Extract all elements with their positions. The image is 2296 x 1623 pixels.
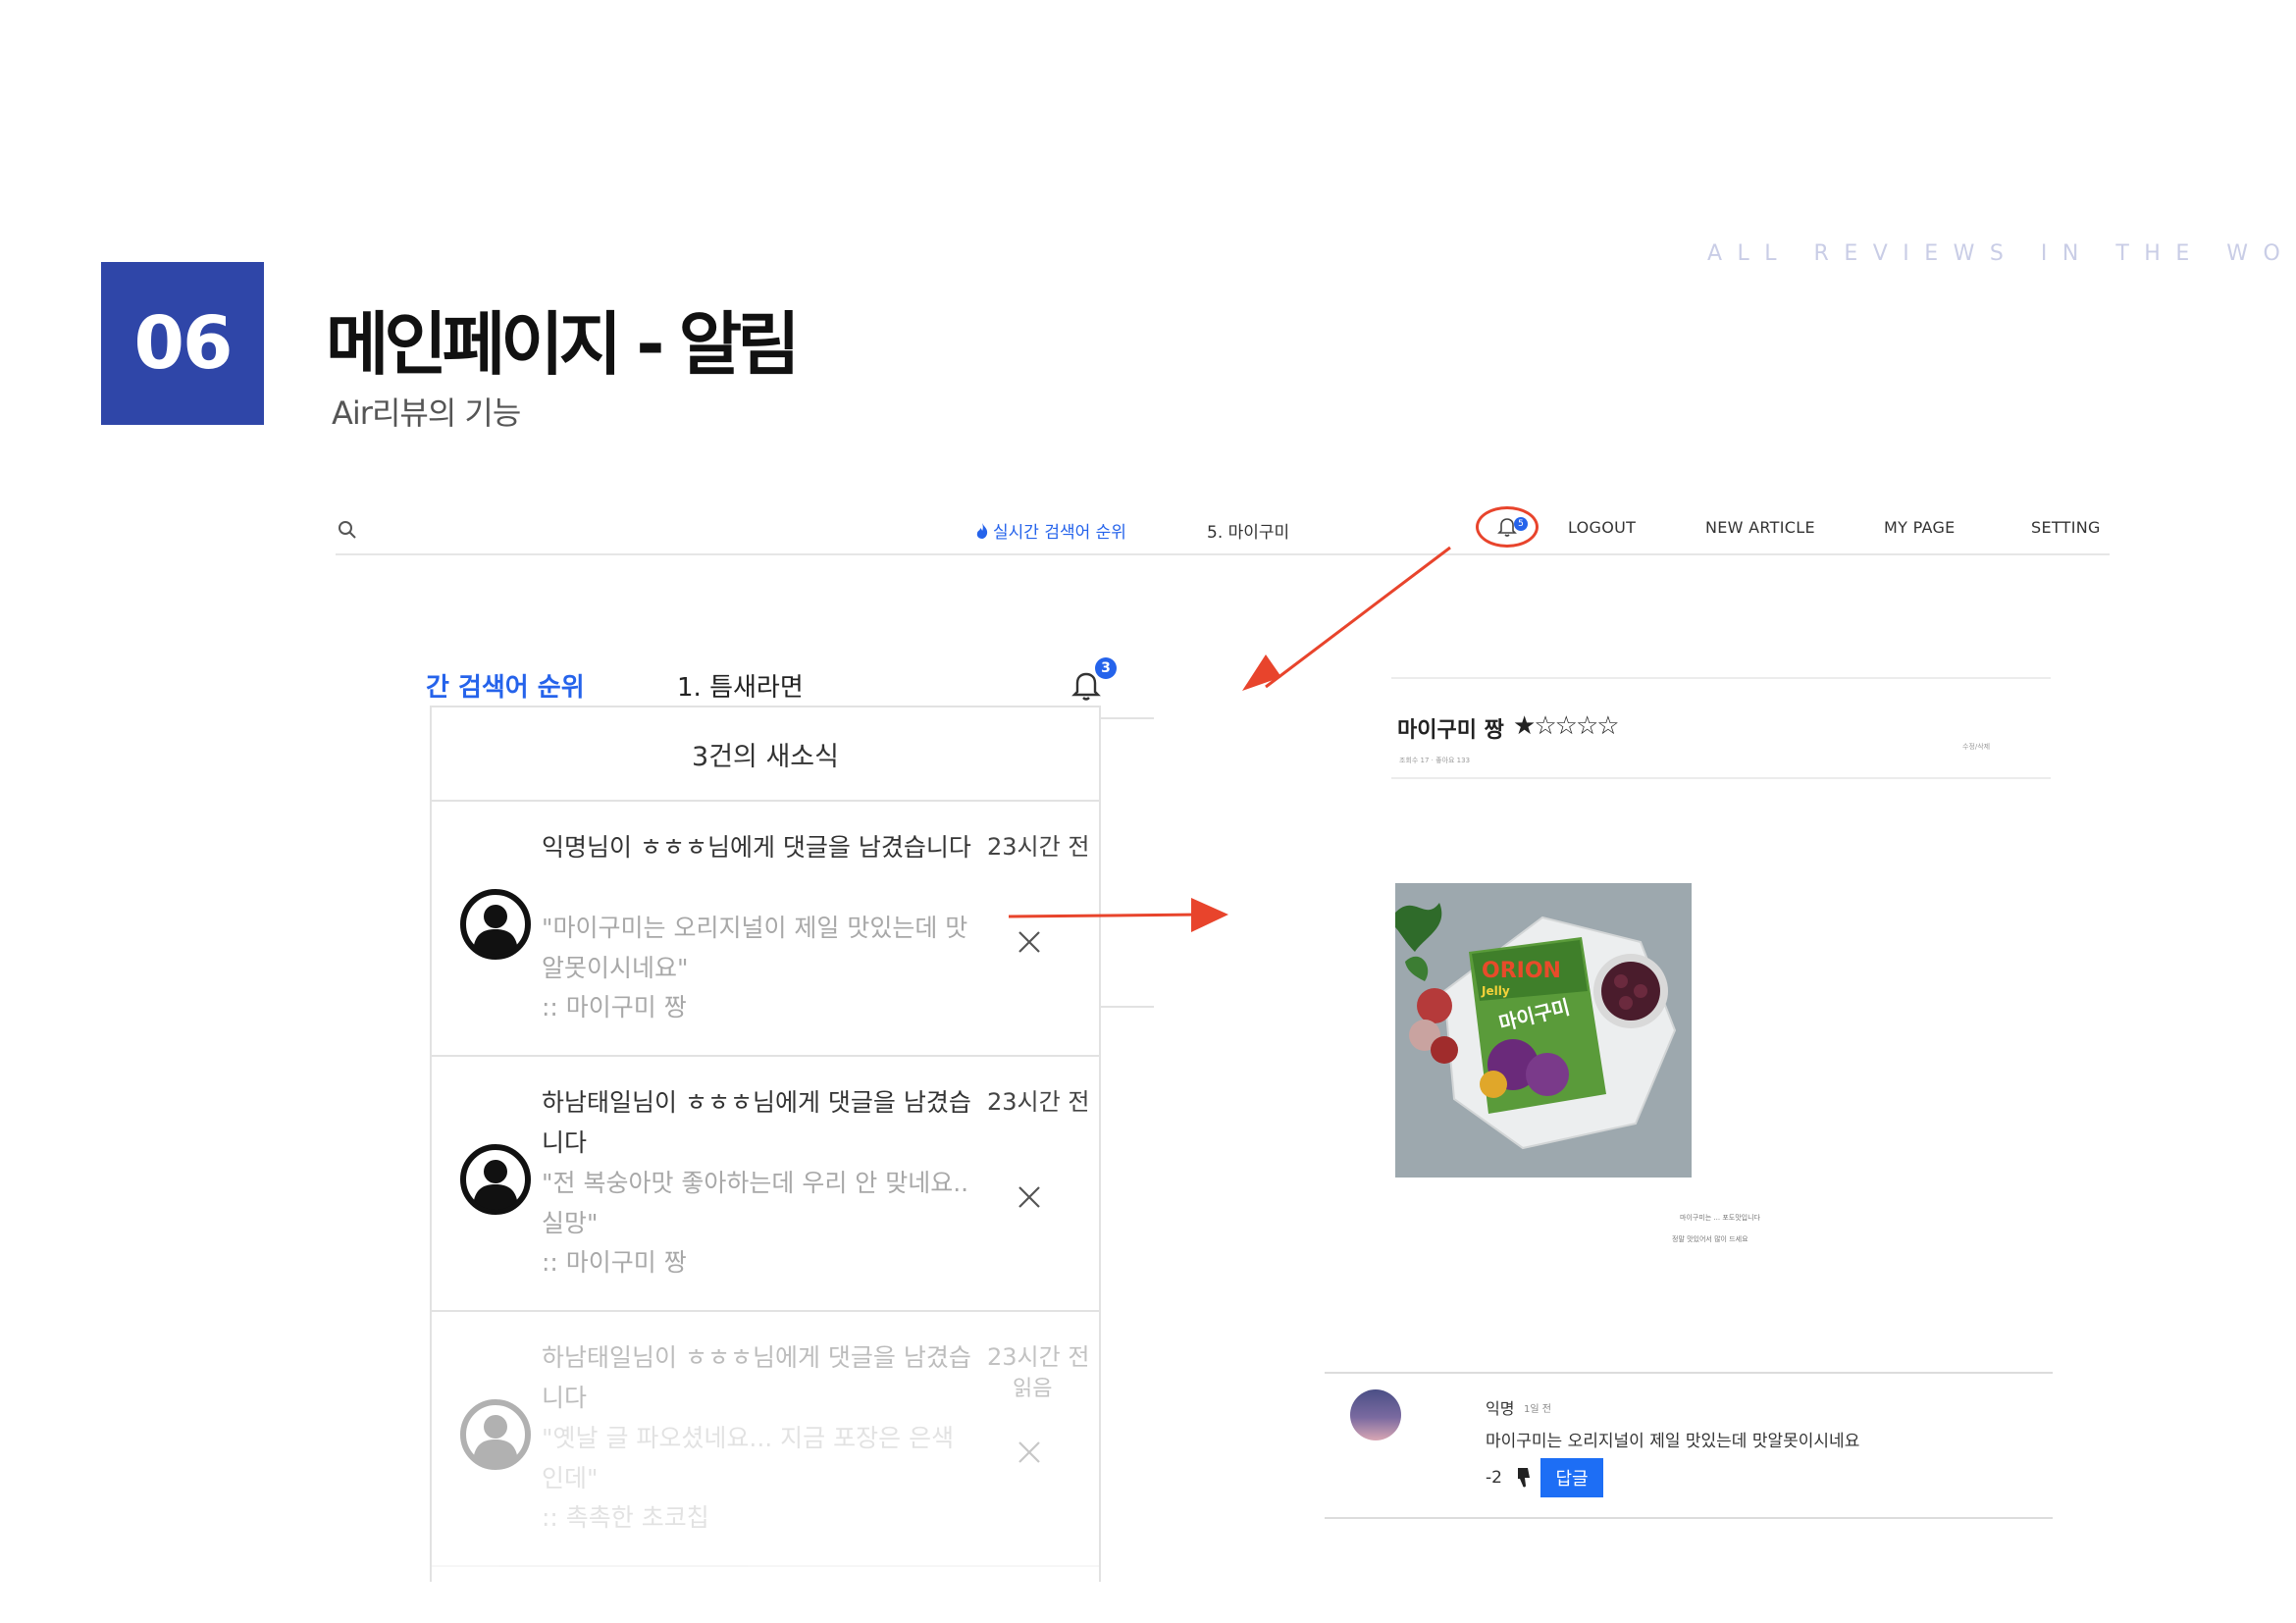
notification-badge: 5 <box>1514 517 1528 531</box>
notification-source: :: 촉촉한 초코칩 <box>542 1503 709 1532</box>
divider <box>1099 717 1154 719</box>
notification-source: :: 마이구미 짱 <box>542 1248 687 1277</box>
avatar <box>1350 1389 1401 1440</box>
trending-label-zoom[interactable]: 간 검색어 순위 <box>426 667 585 704</box>
star-empty-icon: ☆ <box>1575 711 1598 741</box>
arrow-head <box>1242 654 1281 691</box>
star-empty-icon: ☆ <box>1534 711 1556 741</box>
divider <box>1325 1517 2053 1519</box>
divider <box>1391 677 2051 679</box>
notification-button-zoom[interactable]: 3 <box>1070 657 1119 707</box>
trending-link[interactable]: 실시간 검색어 순위 <box>975 518 1126 543</box>
notification-source: :: 마이구미 짱 <box>542 993 687 1021</box>
notification-time: 23시간 전 <box>987 1343 1090 1371</box>
notification-heading: 3건의 새소식 <box>432 707 1099 802</box>
comment-score: -2 <box>1486 1468 1502 1488</box>
comment-author: 익명 <box>1486 1399 1515 1418</box>
notification-quote: "마이구미는 오리지널이 제일 맛있는데 맛알못이시네요" <box>542 914 968 982</box>
notification-message: 익명님이 ㅎㅎㅎ님에게 댓글을 남겼습니다 <box>542 833 971 862</box>
new-article-link[interactable]: NEW ARTICLE <box>1705 518 1815 537</box>
article-title: 마이구미 짱 <box>1397 718 1504 743</box>
notification-item[interactable]: 익명님이 ㅎㅎㅎ님에게 댓글을 남겼습니다 "마이구미는 오리지널이 제일 맛있… <box>432 802 1099 1057</box>
comment-age: 1일 전 <box>1524 1404 1551 1415</box>
notification-item-read[interactable]: 하남태일님이 ㅎㅎㅎ님에게 댓글을 남겼습니다 "옛날 글 파오셨네요... 지… <box>432 1312 1099 1567</box>
notification-quote: "옛날 글 파오셨네요... 지금 포장은 은색인데" <box>542 1424 955 1492</box>
page-title: 메인페이지 - 알림 <box>326 304 801 385</box>
notification-time: 23시간 전 <box>987 833 1090 861</box>
arrow-head <box>1191 898 1228 932</box>
divider <box>1391 777 2051 779</box>
brand-text: ORION <box>1482 959 1561 983</box>
logout-link[interactable]: LOGOUT <box>1568 518 1636 537</box>
thumbs-down-icon[interactable] <box>1514 1466 1534 1490</box>
close-icon[interactable] <box>1015 1182 1044 1212</box>
comment-text: 마이구미는 오리지널이 제일 맛있는데 맛알못이시네요 <box>1486 1432 1860 1451</box>
divider <box>1325 1372 2053 1374</box>
page-subtitle: Air리뷰의 기능 <box>332 394 521 432</box>
top-navbar: 실시간 검색어 순위 5. 마이구미 5 LOGOUT NEW ARTICLE … <box>336 502 2110 555</box>
star-filled-icon: ★ <box>1513 711 1536 741</box>
user-avatar-icon <box>460 889 531 960</box>
close-icon[interactable] <box>1015 1438 1044 1467</box>
setting-link[interactable]: SETTING <box>2031 518 2101 537</box>
article-meta: 조회수 17 · 좋아요 133 <box>1399 757 1471 764</box>
read-status: 읽음 <box>1013 1377 1053 1401</box>
star-empty-icon: ☆ <box>1596 711 1619 741</box>
my-page-link[interactable]: MY PAGE <box>1884 518 1956 537</box>
notification-item[interactable]: 하남태일님이 ㅎㅎㅎ님에게 댓글을 남겼습니다 "전 복숭아맛 좋아하는데 우리… <box>432 1057 1099 1312</box>
trending-rank[interactable]: 5. 마이구미 <box>1207 518 1289 543</box>
brand-sub-text: Jelly <box>1481 984 1510 998</box>
arrow-line <box>1265 546 1451 689</box>
notification-message: 하남태일님이 ㅎㅎㅎ님에게 댓글을 남겼습니다 <box>542 1343 971 1412</box>
notification-badge: 3 <box>1095 657 1117 679</box>
close-icon[interactable] <box>1015 927 1044 957</box>
fire-icon <box>976 522 988 539</box>
tagline: ALL REVIEWS IN THE WORLD <box>1707 241 2296 266</box>
section-number: 06 <box>101 262 264 425</box>
star-empty-icon: ☆ <box>1554 711 1578 741</box>
trending-rank-zoom[interactable]: 1. 틈새라면 <box>677 667 804 704</box>
notification-button[interactable]: 5 <box>1476 506 1539 548</box>
notification-dropdown: 3건의 새소식 익명님이 ㅎㅎㅎ님에게 댓글을 남겼습니다 "마이구미는 오리지… <box>430 706 1101 1582</box>
user-avatar-icon <box>460 1399 531 1470</box>
notification-message: 하남태일님이 ㅎㅎㅎ님에게 댓글을 남겼습니다 <box>542 1088 971 1157</box>
trending-label: 실시간 검색어 순위 <box>993 523 1126 543</box>
divider <box>1099 1006 1154 1008</box>
user-avatar-icon <box>460 1144 531 1215</box>
search-icon[interactable] <box>336 518 359 542</box>
star-rating: ★☆☆☆☆ <box>1513 711 1620 741</box>
article-edit-link[interactable]: 수정/삭제 <box>1962 742 1990 752</box>
article-caption: 마이구미는 ... 포도맛입니다 <box>1680 1214 1760 1222</box>
product-photo: ORION Jelly 마이구미 <box>1395 883 1692 1178</box>
reply-button[interactable]: 답글 <box>1540 1458 1603 1497</box>
notification-quote: "전 복숭아맛 좋아하는데 우리 안 맞네요.. 실망" <box>542 1169 969 1237</box>
article-caption: 정말 맛있어서 많이 드세요 <box>1672 1235 1748 1243</box>
notification-time: 23시간 전 <box>987 1088 1090 1116</box>
